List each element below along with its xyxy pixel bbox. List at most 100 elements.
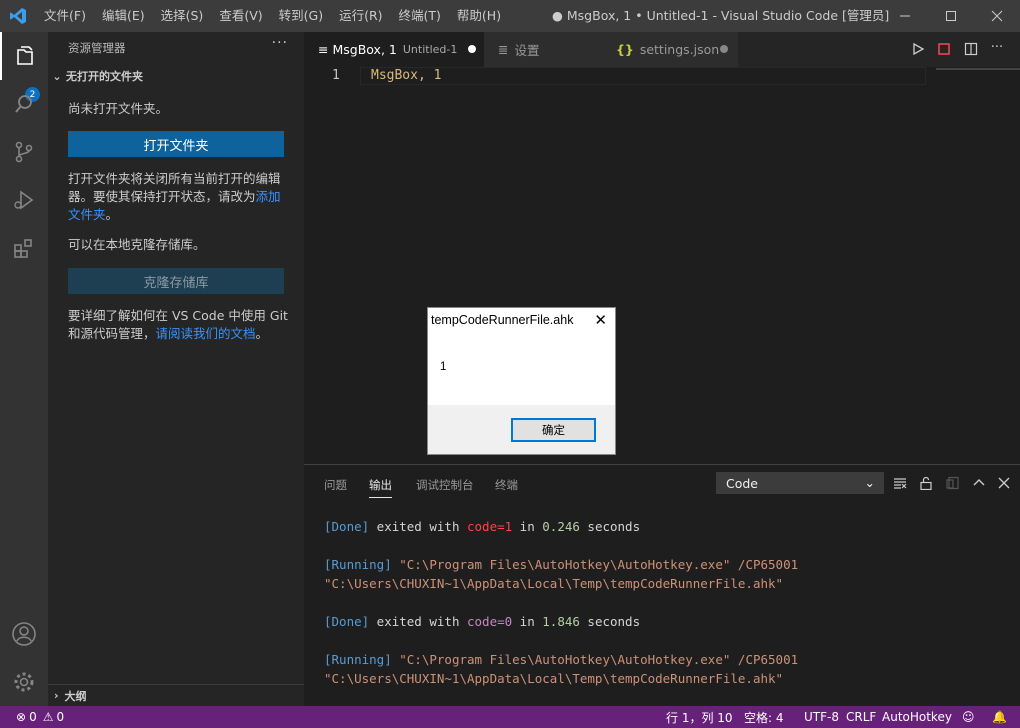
maximize-button[interactable] bbox=[928, 0, 974, 32]
git-info-end: 。 bbox=[255, 326, 269, 341]
activity-bar: 2 bbox=[0, 32, 48, 706]
run-debug-icon[interactable] bbox=[0, 176, 48, 224]
settings-file-icon: ≣ bbox=[498, 42, 509, 57]
menu-bar: 文件(F) 编辑(E) 选择(S) 查看(V) 转到(G) 运行(R) 终端(T… bbox=[36, 0, 509, 32]
menu-file[interactable]: 文件(F) bbox=[36, 0, 94, 32]
clear-output-icon[interactable] bbox=[892, 475, 908, 491]
dialog-message: 1 bbox=[440, 361, 447, 373]
open-log-icon[interactable] bbox=[945, 475, 961, 491]
output-channel-select[interactable]: Code ⌄ bbox=[716, 472, 884, 494]
encoding[interactable]: UTF-8 bbox=[804, 710, 839, 724]
outline-section-header[interactable]: › 大纲 bbox=[48, 684, 304, 706]
chevron-right-icon: › bbox=[54, 689, 59, 702]
output-log[interactable]: [Done] exited with code=1 in 0.246 secon… bbox=[324, 517, 798, 688]
editor-area[interactable]: 1 MsgBox, 1 bbox=[304, 67, 1020, 464]
unsaved-dot-icon[interactable] bbox=[468, 45, 476, 53]
notifications-bell-icon[interactable]: 🔔 bbox=[992, 710, 1007, 724]
source-control-icon[interactable] bbox=[0, 128, 48, 176]
menu-help[interactable]: 帮助(H) bbox=[449, 0, 509, 32]
dialog-title: tempCodeRunnerFile.ahk bbox=[431, 313, 574, 327]
tab-label: settings.json bbox=[639, 42, 720, 57]
info-text: 打开文件夹将关闭所有当前打开的编辑器。要使其保持打开状态，请改为 bbox=[68, 171, 281, 204]
no-folder-section-header[interactable]: ⌄ 无打开的文件夹 bbox=[48, 68, 304, 84]
info-end: 。 bbox=[105, 207, 119, 222]
tab-terminal[interactable]: 终端 bbox=[495, 477, 518, 493]
no-folder-text: 尚未打开文件夹。 bbox=[68, 101, 169, 116]
tab-description: Untitled-1 bbox=[402, 43, 458, 56]
read-docs-link[interactable]: 请阅读我们的文档 bbox=[156, 326, 256, 341]
line-number: 1 bbox=[332, 68, 340, 83]
cursor-position[interactable]: 行 1，列 10 bbox=[666, 709, 733, 726]
output-line: [Running] "C:\Program Files\AutoHotkey\A… bbox=[324, 652, 799, 667]
more-actions-icon[interactable]: ··· bbox=[272, 35, 288, 51]
json-file-icon: {} bbox=[616, 42, 634, 57]
close-icon[interactable]: ✕ bbox=[594, 311, 607, 329]
menu-view[interactable]: 查看(V) bbox=[211, 0, 270, 32]
git-info: 要详细了解如何在 VS Code 中使用 Git 和源代码管理，请阅读我们的文档… bbox=[68, 307, 288, 343]
error-icon[interactable]: ⊗ bbox=[16, 710, 26, 724]
output-line: "C:\Users\CHUXIN~1\AppData\Local\Temp\te… bbox=[324, 671, 784, 686]
open-folder-info: 打开文件夹将关闭所有当前打开的编辑器。要使其保持打开状态，请改为添加文件夹。 bbox=[68, 170, 288, 224]
menu-go[interactable]: 转到(G) bbox=[271, 0, 331, 32]
warning-count[interactable]: 0 bbox=[56, 710, 64, 724]
tab-label: 设置 bbox=[514, 43, 540, 58]
output-line: "C:\Users\CHUXIN~1\AppData\Local\Temp\te… bbox=[324, 576, 784, 591]
explorer-sidebar: 资源管理器 ··· ⌄ 无打开的文件夹 尚未打开文件夹。 打开文件夹 打开文件夹将… bbox=[48, 32, 304, 706]
tab-output[interactable]: 输出 bbox=[369, 477, 392, 498]
dialog-footer: 确定 bbox=[428, 405, 615, 454]
close-panel-icon[interactable] bbox=[996, 475, 1012, 491]
tab-msgbox[interactable]: ≡ MsgBox, 1 Untitled-1 bbox=[304, 32, 484, 67]
outline-label: 大纲 bbox=[64, 689, 87, 703]
vscode-logo-icon bbox=[0, 0, 36, 32]
run-icon[interactable] bbox=[910, 41, 926, 57]
accounts-icon[interactable] bbox=[0, 610, 48, 658]
menu-run[interactable]: 运行(R) bbox=[331, 0, 390, 32]
output-line: [Done] exited with code=1 in 0.246 secon… bbox=[324, 519, 641, 534]
output-line: [Running] "C:\Program Files\AutoHotkey\A… bbox=[324, 557, 799, 572]
split-editor-icon[interactable] bbox=[963, 41, 979, 57]
menu-edit[interactable]: 编辑(E) bbox=[94, 0, 153, 32]
more-actions-icon[interactable]: ··· bbox=[989, 39, 1005, 55]
code-line[interactable]: MsgBox, 1 bbox=[360, 67, 926, 85]
sidebar-title: 资源管理器 bbox=[68, 41, 126, 55]
chevron-down-icon: ⌄ bbox=[52, 70, 62, 83]
clone-info-text: 可以在本地克隆存储库。 bbox=[68, 237, 206, 252]
minimap[interactable] bbox=[936, 68, 1020, 70]
message-box-dialog: tempCodeRunnerFile.ahk ✕ 1 确定 bbox=[427, 307, 616, 455]
select-value: Code bbox=[726, 475, 759, 491]
line-ending[interactable]: CRLF bbox=[846, 710, 876, 724]
window-title: ● MsgBox, 1 • Untitled-1 - Visual Studio… bbox=[552, 8, 890, 23]
section-label: 无打开的文件夹 bbox=[66, 70, 143, 83]
explorer-icon[interactable] bbox=[0, 32, 48, 80]
language-mode[interactable]: AutoHotkey bbox=[882, 710, 952, 724]
output-panel: 问题 输出 调试控制台 终端 Code ⌄ [Done] exited with… bbox=[304, 464, 1020, 706]
unsaved-dot-icon[interactable] bbox=[720, 45, 728, 53]
output-line: [Done] exited with code=0 in 1.846 secon… bbox=[324, 614, 641, 629]
ok-button[interactable]: 确定 bbox=[511, 418, 596, 442]
menu-terminal[interactable]: 终端(T) bbox=[391, 0, 449, 32]
tab-settings[interactable]: ≣ 设置 bbox=[484, 32, 602, 67]
editor-tab-bar: ≡ MsgBox, 1 Untitled-1 ≣ 设置 {} settings.… bbox=[304, 32, 1020, 67]
extensions-icon[interactable] bbox=[0, 224, 48, 272]
lock-icon[interactable] bbox=[918, 475, 934, 491]
minimize-button[interactable] bbox=[882, 0, 928, 32]
title-bar: 文件(F) 编辑(E) 选择(S) 查看(V) 转到(G) 运行(R) 终端(T… bbox=[0, 0, 1020, 32]
gear-icon[interactable] bbox=[0, 658, 48, 706]
warning-icon[interactable]: ⚠ bbox=[43, 710, 54, 724]
clone-repository-button[interactable]: 克隆存储库 bbox=[68, 268, 284, 294]
file-icon: ≡ bbox=[318, 42, 329, 57]
open-folder-button[interactable]: 打开文件夹 bbox=[68, 131, 284, 157]
stop-icon[interactable] bbox=[936, 41, 952, 57]
tab-debug-console[interactable]: 调试控制台 bbox=[416, 477, 474, 493]
maximize-panel-icon[interactable] bbox=[971, 475, 987, 491]
tab-settings-json[interactable]: {} settings.json bbox=[602, 32, 738, 67]
close-window-button[interactable] bbox=[974, 0, 1020, 32]
feedback-icon[interactable]: ☺ bbox=[962, 710, 975, 724]
status-bar: ⊗ 0 ⚠ 0 行 1，列 10 空格: 4 UTF-8 CRLF AutoHo… bbox=[0, 706, 1020, 728]
tab-label: MsgBox, 1 bbox=[332, 42, 397, 57]
error-count[interactable]: 0 bbox=[29, 710, 37, 724]
indentation[interactable]: 空格: 4 bbox=[744, 709, 784, 726]
search-icon[interactable] bbox=[0, 80, 48, 128]
menu-selection[interactable]: 选择(S) bbox=[153, 0, 212, 32]
tab-problems[interactable]: 问题 bbox=[324, 477, 347, 493]
